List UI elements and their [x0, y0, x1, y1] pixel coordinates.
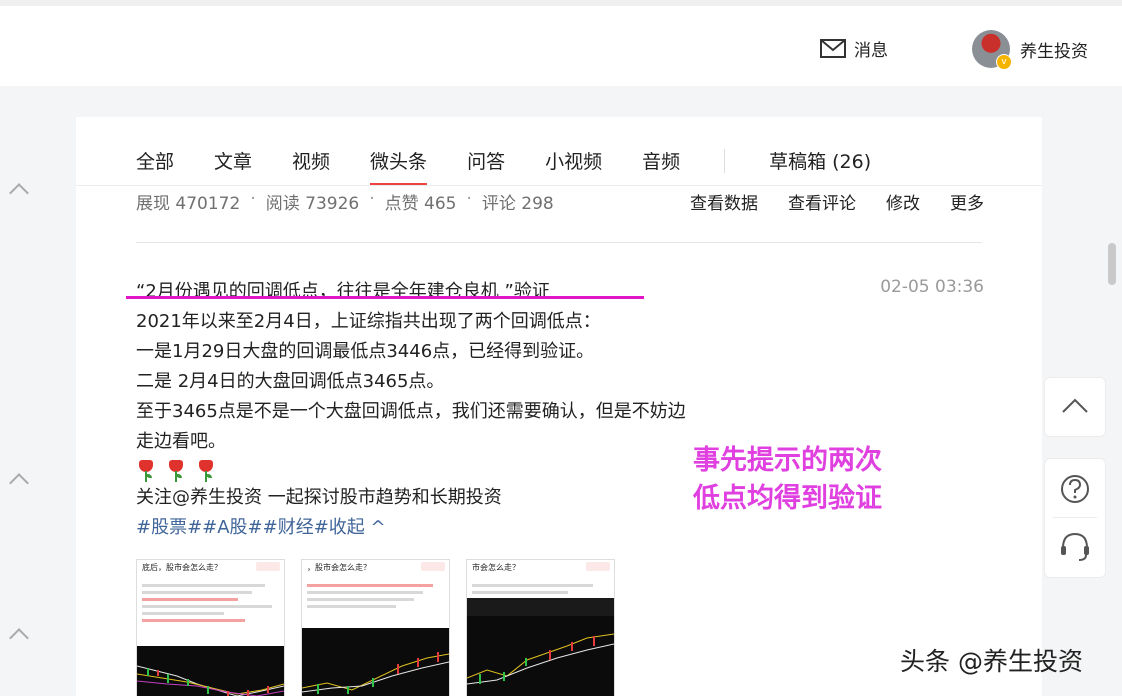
post-title-line: “2月份遇见的回调低点，往往是全年建仓良机 ”验证 [126, 277, 756, 307]
stat-separator: · [369, 189, 375, 209]
top-bar: 消息 v 养生投资 [0, 0, 1122, 86]
more-link[interactable]: 更多 [950, 189, 984, 214]
tab-separator [724, 148, 726, 173]
impressions-count: 展现 470172 [136, 194, 241, 214]
thumbnail-chart [137, 646, 284, 696]
view-comments-link[interactable]: 查看评论 [788, 189, 856, 214]
avatar[interactable]: v [972, 30, 1012, 70]
post-line: 2021年以来至2月4日，上证综指共出现了两个回调低点： [136, 311, 601, 332]
post-image-thumbnail[interactable]: ，股市会怎么走？ [301, 559, 450, 696]
comments-count: 评论 298 [481, 194, 554, 214]
content-panel: 全部 文章 视频 微头条 问答 小视频 音频 草稿箱 (26) 展现 47017… [76, 117, 1042, 696]
post-date: 02-05 03:36 [880, 277, 984, 297]
thumbnail-badge [586, 562, 610, 571]
watermark: 头条 @养生投资 [900, 647, 1083, 676]
tulip-emoji-row [136, 459, 756, 483]
stat-separator: · [466, 189, 472, 209]
messages-label: 消息 [854, 41, 888, 61]
section-divider [136, 242, 982, 243]
thumbnail-text [137, 576, 284, 630]
tab-micro-posts[interactable]: 微头条 [370, 147, 428, 186]
stat-separator: · [250, 189, 256, 209]
content-tabs: 全部 文章 视频 微头条 问答 小视频 音频 草稿箱 (26) [136, 147, 911, 186]
post-images: 底后，股市会怎么走？ ，股市会怎么走？ 市会怎么走？ [136, 559, 615, 696]
tab-drafts[interactable]: 草稿箱 (26) [769, 147, 871, 174]
post-line: 二是 2月4日的大盘回调低点3465点。 [136, 371, 445, 392]
collapse-chevron-up-icon[interactable] [9, 473, 29, 493]
username: 养生投资 [1020, 41, 1088, 62]
user-menu[interactable]: v 养生投资 [972, 30, 1088, 70]
tab-all[interactable]: 全部 [136, 147, 174, 174]
post-line: 一是1月29日大盘的回调最低点3446点，已经得到验证。 [136, 341, 595, 362]
back-to-top-button[interactable] [1044, 377, 1106, 437]
help-question-icon[interactable] [1045, 459, 1105, 517]
thumbnail-chart [302, 628, 449, 696]
post-line: 至于3465点是不是一个大盘回调低点，我们还需要确认，但是不妨边 [136, 401, 686, 422]
customer-service-headset-icon[interactable] [1045, 518, 1105, 576]
thumbnail-badge [256, 562, 280, 571]
mail-icon [820, 39, 846, 58]
view-data-link[interactable]: 查看数据 [690, 189, 758, 214]
thumbnail-badge [421, 562, 445, 571]
post-tags[interactable]: #股票##A股##财经#收起 ^ [136, 513, 756, 543]
edit-link[interactable]: 修改 [886, 189, 920, 214]
annotation-line: 事先提示的两次 [693, 445, 882, 476]
collapse-chevron-up-icon[interactable] [9, 628, 29, 648]
messages-button[interactable]: 消息 [820, 36, 888, 61]
reads-count: 阅读 73926 [265, 194, 360, 214]
tab-videos[interactable]: 视频 [292, 147, 330, 174]
collapse-chevron-up-icon[interactable] [9, 183, 29, 203]
post-actions: 查看数据 查看评论 修改 更多 [690, 189, 984, 214]
annotation-line: 低点均得到验证 [693, 483, 882, 514]
chevron-up-icon [1062, 398, 1088, 413]
likes-count: 点赞 465 [384, 194, 457, 214]
tulip-icon [136, 459, 156, 483]
page-scrollbar-thumb[interactable] [1108, 243, 1116, 285]
tulip-icon [166, 459, 186, 483]
thumbnail-chart [467, 598, 614, 696]
tulip-icon [196, 459, 216, 483]
post-body: “2月份遇见的回调低点，往往是全年建仓良机 ”验证 2021年以来至2月4日，上… [126, 277, 756, 543]
tabs-divider [76, 185, 1042, 186]
left-rail [0, 86, 76, 696]
post-image-thumbnail[interactable]: 底后，股市会怎么走？ [136, 559, 285, 696]
post-line: 走边看吧。 [136, 431, 226, 452]
post-stats: 展现 470172 · 阅读 73926 · 点赞 465 · 评论 298 [136, 189, 554, 214]
post-image-thumbnail[interactable]: 市会怎么走？ [466, 559, 615, 696]
tab-short-videos[interactable]: 小视频 [545, 147, 602, 174]
thumbnail-text [302, 576, 449, 616]
highlight-underline [126, 296, 644, 299]
follow-line: 关注@养生投资 一起探讨股市趋势和长期投资 [136, 487, 502, 508]
verified-badge-icon: v [996, 54, 1012, 70]
annotation-text: 事先提示的两次 低点均得到验证 [693, 442, 882, 518]
tab-articles[interactable]: 文章 [214, 147, 252, 174]
help-widget [1044, 458, 1106, 578]
tab-audio[interactable]: 音频 [642, 147, 680, 174]
tab-qa[interactable]: 问答 [467, 147, 505, 174]
